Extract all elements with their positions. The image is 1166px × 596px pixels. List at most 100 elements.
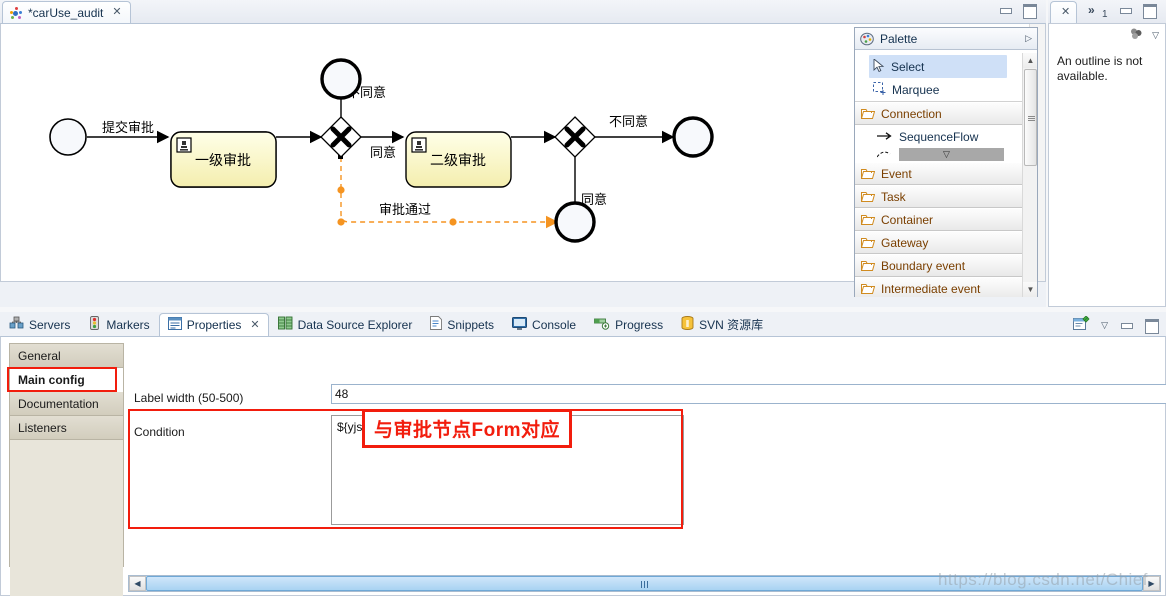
properties-tabstrip-filler — [10, 440, 123, 596]
palette-item-sequenceflow[interactable]: SequenceFlow — [855, 125, 1037, 148]
markers-icon — [88, 316, 101, 333]
properties-horizontal-scrollbar[interactable]: ◀ ▶ — [128, 575, 1161, 592]
close-icon[interactable]: ✕ — [250, 319, 259, 331]
outline-message: An outline is not available. — [1057, 54, 1143, 83]
folder-icon — [860, 108, 876, 120]
maximize-icon[interactable] — [1144, 319, 1159, 334]
chevron-down-icon[interactable]: ▽ — [943, 149, 950, 160]
palette-drawer-container[interactable]: Container — [855, 208, 1037, 231]
progress-icon — [594, 317, 610, 333]
editor-tab-caruse-audit[interactable]: *carUse_audit ✕ — [2, 1, 131, 23]
palette-drawer-task-label: Task — [881, 189, 906, 204]
palette-drawer-boundary-event[interactable]: Boundary event — [855, 254, 1037, 277]
tab-progress[interactable]: Progress — [585, 313, 672, 336]
tab-progress-label: Progress — [615, 317, 664, 332]
flow-label-submit: 提交审批 — [102, 120, 154, 135]
tab-console[interactable]: Console — [503, 313, 585, 336]
folder-icon — [860, 237, 876, 249]
tab-properties[interactable]: Properties ✕ — [158, 313, 269, 336]
node-user-task-level1[interactable]: 一级审批 — [170, 131, 277, 188]
properties-tab-main-config[interactable]: Main config — [10, 368, 123, 392]
bottom-view-tabbar: Servers Markers Properties ✕ Data Source… — [0, 312, 1166, 336]
palette-drawer-event-label: Event — [881, 166, 912, 181]
sequence-flow-reject2[interactable]: 不同意 — [595, 114, 675, 144]
scroll-left-button[interactable]: ◀ — [129, 576, 146, 591]
folder-icon — [860, 214, 876, 226]
maximize-icon[interactable] — [1142, 4, 1157, 19]
properties-tab-listeners[interactable]: Listeners — [10, 416, 123, 440]
palette-tool-marquee-label: Marquee — [892, 82, 940, 97]
palette-drawer-gateway[interactable]: Gateway — [855, 231, 1037, 254]
palette-scroll-thumb[interactable] — [1024, 69, 1037, 166]
node-exclusive-gateway-2[interactable] — [554, 116, 596, 158]
palette-drawer-event[interactable]: Event — [855, 162, 1037, 185]
palette-tool-marquee[interactable]: Marquee — [855, 78, 1037, 101]
properties-tab-documentation[interactable]: Documentation — [10, 392, 123, 416]
palette-scrollbar[interactable]: ▲ — [1022, 53, 1037, 179]
node-end-event-2[interactable] — [672, 116, 714, 158]
palette-expand-icon[interactable]: ▷ — [1025, 33, 1032, 44]
palette-drawer-container-label: Container — [881, 212, 934, 227]
close-icon[interactable]: ✕ — [112, 7, 121, 18]
folder-icon — [860, 283, 876, 295]
console-icon — [512, 316, 528, 333]
tab-snippets-label: Snippets — [447, 317, 495, 332]
palette-drawer-connection-label: Connection — [881, 106, 942, 121]
tab-svn-repository-label: SVN 资源库 — [699, 318, 764, 332]
node-start-event[interactable] — [49, 118, 87, 156]
tab-snippets[interactable]: Snippets — [421, 313, 503, 336]
annotation-form-mapping: 与审批节点Form对应 — [362, 409, 573, 448]
snippets-icon — [430, 316, 443, 333]
sequence-flow-approve1[interactable]: 同意 — [361, 130, 405, 160]
outline-view: ✕ » 1 ▽ An outline is not available. — [1048, 0, 1166, 307]
scroll-up-icon[interactable]: ▲ — [1023, 53, 1037, 68]
palette-item-association[interactable]: Association ▽ — [855, 148, 1037, 162]
properties-icon — [167, 317, 182, 333]
outline-tabbar: ✕ » 1 — [1048, 0, 1166, 23]
minimize-icon[interactable] — [1119, 319, 1133, 331]
scroll-track[interactable] — [146, 576, 1143, 591]
palette-tool-select[interactable]: Select — [869, 55, 1007, 78]
palette-tool-select-label: Select — [891, 59, 925, 74]
node-end-event-1[interactable] — [320, 58, 362, 100]
close-icon[interactable]: ✕ — [1061, 7, 1070, 18]
condition-label: Condition — [134, 425, 185, 439]
node-exclusive-gateway-1[interactable] — [320, 116, 362, 158]
scroll-right-button[interactable]: ▶ — [1143, 576, 1160, 591]
palette-scrollbar-lower[interactable]: ▼ — [1022, 179, 1037, 297]
chevron-down-icon[interactable]: ▽ — [1101, 320, 1108, 331]
flow-label-approve1: 同意 — [370, 145, 396, 160]
palette-icon — [860, 32, 874, 46]
outline-window-buttons — [1118, 4, 1157, 19]
folder-icon — [860, 168, 876, 180]
chevron-down-icon[interactable]: ▽ — [1152, 30, 1159, 41]
outline-tab[interactable]: ✕ — [1050, 1, 1078, 23]
tab-markers[interactable]: Markers — [79, 313, 158, 336]
view-menu-icon[interactable] — [1128, 27, 1144, 43]
palette-body[interactable]: Select Marquee Connection SequenceFlow ▽… — [855, 50, 1037, 297]
svn-icon — [681, 316, 694, 333]
palette-drawer-intermediate-event[interactable]: Intermediate event — [855, 277, 1037, 297]
tab-svn-repository[interactable]: SVN 资源库 — [672, 313, 772, 336]
minimize-icon[interactable] — [998, 4, 1012, 16]
maximize-icon[interactable] — [1022, 4, 1037, 19]
palette-drawer-connection[interactable]: Connection « — [855, 102, 1037, 125]
palette-drawer-task[interactable]: Task — [855, 185, 1037, 208]
sequence-flow-submit[interactable]: 提交审批 — [87, 120, 170, 144]
properties-tabstrip: General Main config Documentation Listen… — [9, 343, 124, 596]
properties-tab-general[interactable]: General — [10, 344, 123, 368]
tab-markers-label: Markers — [106, 317, 150, 332]
chevron-overflow-icon[interactable]: » — [1088, 3, 1095, 17]
scroll-down-icon[interactable]: ▼ — [1023, 282, 1037, 297]
minimize-icon[interactable] — [1118, 4, 1132, 16]
node-end-event-3[interactable] — [554, 201, 596, 243]
node-user-task-level2[interactable]: 二级审批 — [405, 131, 512, 188]
outline-toolbar: ▽ — [1049, 24, 1165, 46]
datasource-icon — [277, 316, 293, 333]
pin-view-icon[interactable] — [1073, 315, 1090, 334]
tab-data-source-explorer[interactable]: Data Source Explorer — [269, 313, 422, 336]
scroll-thumb[interactable] — [146, 576, 1143, 591]
label-width-input[interactable] — [331, 384, 1166, 404]
tab-servers[interactable]: Servers — [0, 313, 79, 336]
folder-icon — [860, 260, 876, 272]
